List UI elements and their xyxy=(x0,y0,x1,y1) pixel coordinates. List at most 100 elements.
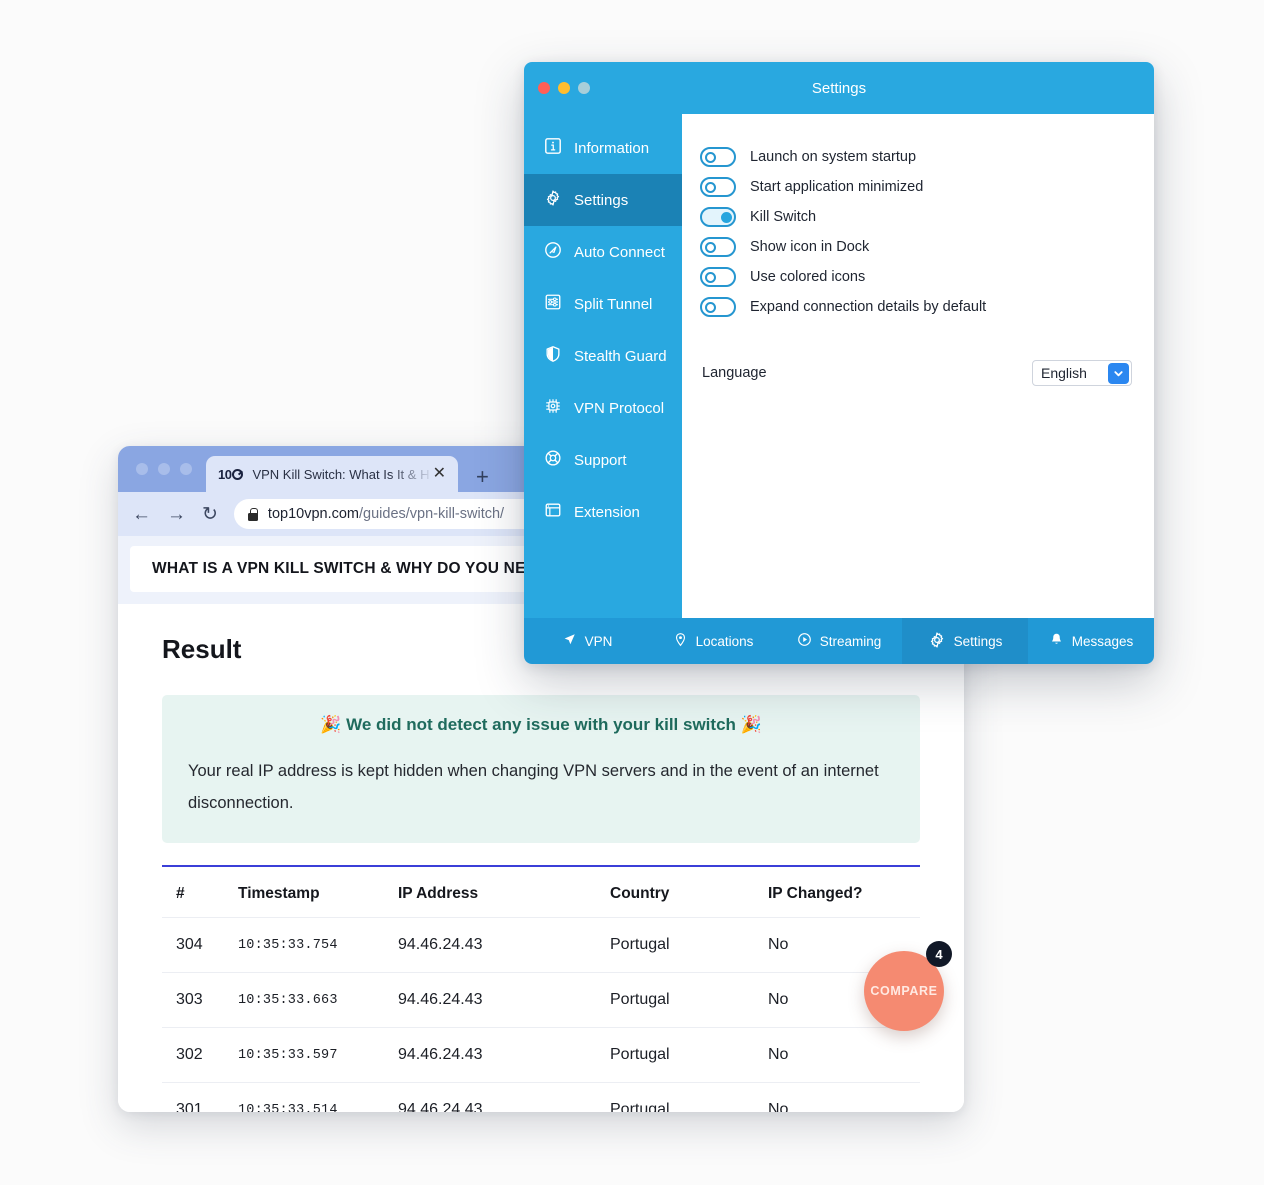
screen: 10 VPN Kill Switch: What Is It & How Doe… xyxy=(0,0,1264,1185)
toggle-kill-switch[interactable] xyxy=(700,207,736,227)
new-tab-button[interactable]: + xyxy=(476,466,489,488)
play-icon xyxy=(797,632,812,650)
close-icon[interactable]: ✕ xyxy=(429,466,450,482)
table-row: 303 10:35:33.663 94.46.24.43 Portugal No xyxy=(162,972,920,1027)
tab-streaming[interactable]: Streaming xyxy=(776,618,902,664)
column-header-timestamp: Timestamp xyxy=(238,885,320,903)
toggle-launch-on-system-startup[interactable] xyxy=(700,147,736,167)
cell-index: 301 xyxy=(176,1101,203,1112)
address-bar-url: top10vpn.com/guides/vpn-kill-switch/ xyxy=(268,506,504,522)
app-body: Information Settings Auto Connect Split Tun… xyxy=(524,114,1154,618)
sidebar-item-label: Auto Connect xyxy=(574,243,665,261)
circle-q-logo-icon: 10 xyxy=(218,466,244,482)
cell-ip-address: 94.46.24.43 xyxy=(398,1101,483,1112)
setting-row-show-icon-in-dock: Show icon in Dock xyxy=(700,232,1154,262)
send-icon xyxy=(562,632,577,650)
sidebar-item-label: Extension xyxy=(574,503,640,521)
column-header-ip-address: IP Address xyxy=(398,885,479,903)
setting-label: Kill Switch xyxy=(750,209,817,225)
cell-timestamp: 10:35:33.514 xyxy=(238,1102,338,1112)
sidebar-item-information[interactable]: Information xyxy=(524,122,682,174)
setting-label: Expand connection details by default xyxy=(750,299,987,315)
compare-badge-count: 4 xyxy=(926,941,952,967)
shield-icon xyxy=(544,345,562,367)
split-tunnel-icon xyxy=(544,293,562,315)
column-header-index: # xyxy=(176,885,185,903)
tab-settings[interactable]: Settings xyxy=(902,618,1028,664)
browser-tab[interactable]: 10 VPN Kill Switch: What Is It & How Doe… xyxy=(206,456,458,492)
language-row: Language English xyxy=(682,338,1154,386)
toggle-show-icon-in-dock[interactable] xyxy=(700,237,736,257)
app-title-bar: Settings xyxy=(524,62,1154,114)
table-row: 304 10:35:33.754 94.46.24.43 Portugal No xyxy=(162,917,920,972)
app-window-title: Settings xyxy=(811,79,867,97)
browser-tab-title: VPN Kill Switch: What Is It & How Does I… xyxy=(252,466,429,482)
tab-locations[interactable]: Locations xyxy=(650,618,776,664)
back-icon[interactable]: ← xyxy=(132,505,151,524)
reload-icon[interactable]: ↻ xyxy=(202,505,218,524)
table-row: 301 10:35:33.514 94.46.24.43 Portugal No xyxy=(162,1082,920,1112)
cell-ip-address: 94.46.24.43 xyxy=(398,1046,483,1064)
table-body: 304 10:35:33.754 94.46.24.43 Portugal No 303 1… xyxy=(162,917,920,1112)
cell-ip-address: 94.46.24.43 xyxy=(398,991,483,1009)
cell-index: 303 xyxy=(176,991,203,1009)
cell-timestamp: 10:35:33.754 xyxy=(238,937,338,953)
extension-icon xyxy=(544,501,562,523)
toggle-use-colored-icons[interactable] xyxy=(700,267,736,287)
sidebar-item-extension[interactable]: Extension xyxy=(524,486,682,538)
url-domain: top10vpn.com xyxy=(267,506,360,522)
toggle-expand-connection-details-by-default[interactable] xyxy=(700,297,736,317)
result-banner-body: Your real IP address is kept hidden when… xyxy=(188,762,879,813)
sidebar-item-split-tunnel[interactable]: Split Tunnel xyxy=(524,278,682,330)
sidebar-item-label: Stealth Guard xyxy=(574,347,667,365)
sidebar-item-label: Split Tunnel xyxy=(574,295,653,313)
tab-label: Locations xyxy=(695,633,754,649)
cell-ip-changed: No xyxy=(768,1101,789,1112)
lock-icon xyxy=(247,507,258,521)
results-table: # Timestamp IP Address Country IP Change… xyxy=(162,865,920,1112)
browser-traffic-lights xyxy=(132,446,206,492)
sidebar-item-vpn-protocol[interactable]: VPN Protocol xyxy=(524,382,682,434)
vpn-app-window: Settings Information Settings Auto Connect… xyxy=(524,62,1154,664)
tab-vpn[interactable]: VPN xyxy=(524,618,650,664)
settings-options-list: Launch on system startup Start applicatio… xyxy=(682,142,1154,322)
lifebuoy-icon xyxy=(544,449,562,471)
sidebar-item-stealth-guard[interactable]: Stealth Guard xyxy=(524,330,682,382)
cell-ip-changed: No xyxy=(768,936,789,954)
sidebar-item-support[interactable]: Support xyxy=(524,434,682,486)
setting-row-kill-switch: Kill Switch xyxy=(700,202,1154,232)
setting-row-expand-connection-details-by-default: Expand connection details by default xyxy=(700,292,1154,322)
app-bottom-tab-bar: VPN Locations Streaming Settings Messages xyxy=(524,618,1154,664)
cell-index: 304 xyxy=(176,936,203,954)
auto-connect-icon xyxy=(544,241,562,263)
sidebar-item-settings[interactable]: Settings xyxy=(524,174,682,226)
cell-country: Portugal xyxy=(610,991,670,1009)
forward-icon[interactable]: → xyxy=(167,505,186,524)
setting-label: Use colored icons xyxy=(750,269,866,285)
language-label: Language xyxy=(702,365,767,381)
pin-icon xyxy=(673,632,688,650)
app-sidebar: Information Settings Auto Connect Split Tun… xyxy=(524,114,682,618)
result-banner: 🎉 We did not detect any issue with your … xyxy=(162,695,920,844)
compare-button[interactable]: COMPARE 4 xyxy=(864,941,952,1031)
table-row: 302 10:35:33.597 94.46.24.43 Portugal No xyxy=(162,1027,920,1082)
language-selected-value: English xyxy=(1041,365,1087,381)
gear-icon xyxy=(928,631,946,652)
browser-close-dot[interactable] xyxy=(136,463,148,475)
cell-ip-changed: No xyxy=(768,1046,789,1064)
bell-icon xyxy=(1049,632,1064,650)
favicon-text: 10 xyxy=(218,466,232,482)
chevron-down-icon[interactable] xyxy=(1108,362,1129,384)
setting-row-start-application-minimized: Start application minimized xyxy=(700,172,1154,202)
browser-minimize-dot[interactable] xyxy=(158,463,170,475)
cell-ip-address: 94.46.24.43 xyxy=(398,936,483,954)
toggle-start-application-minimized[interactable] xyxy=(700,177,736,197)
sidebar-item-label: Information xyxy=(574,139,650,157)
gear-icon xyxy=(544,189,562,211)
column-header-country: Country xyxy=(610,885,670,903)
setting-row-launch-on-system-startup: Launch on system startup xyxy=(700,142,1154,172)
tab-messages[interactable]: Messages xyxy=(1028,618,1154,664)
language-select[interactable]: English xyxy=(1032,360,1132,386)
sidebar-item-auto-connect[interactable]: Auto Connect xyxy=(524,226,682,278)
browser-maximize-dot[interactable] xyxy=(180,463,192,475)
